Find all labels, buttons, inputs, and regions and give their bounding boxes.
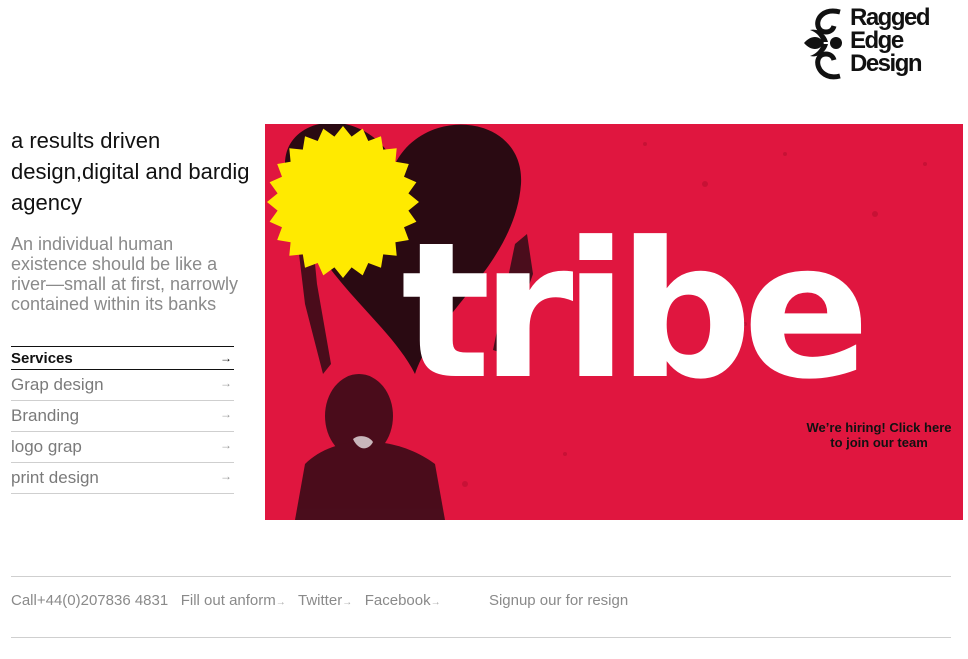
logo-word-edge: Edge [850, 27, 904, 54]
signup-link[interactable]: Signup our for resign [489, 592, 628, 609]
service-label: print design [11, 468, 99, 487]
logo-word-design: Design [850, 50, 923, 77]
arrow-right-icon: → [275, 597, 286, 608]
services-header[interactable]: Services → [11, 346, 234, 370]
hiring-badge-text[interactable]: We’re hiring! Click here to join our tea… [801, 420, 957, 450]
arrow-right-icon: → [220, 469, 232, 483]
service-label: logo grap [11, 437, 82, 456]
service-label: Grap design [11, 375, 104, 394]
footer-divider-top [11, 576, 951, 577]
hero-banner[interactable]: tribe We’re hiring! Click here to join o… [265, 124, 963, 520]
service-item-logo-grap[interactable]: logo grap → [11, 432, 234, 463]
tribe-wordmark: tribe [401, 202, 870, 421]
twitter-link[interactable]: Twitter→ [298, 592, 352, 609]
services-menu: Services → Grap design → Branding → logo… [11, 346, 234, 494]
arrow-right-icon: → [342, 597, 353, 608]
arrow-right-icon: → [220, 376, 232, 390]
footer-links: Call+44(0)207836 4831 Fill out anform→ T… [11, 592, 628, 609]
services-title: Services [11, 349, 73, 367]
hiring-badge-starburst[interactable] [265, 124, 421, 280]
swirl-logo-icon [804, 8, 842, 80]
intro-quote: An individual human existence should be … [11, 234, 239, 314]
footer-divider-bottom [11, 637, 951, 638]
agency-tagline: a results driven design,digital and bard… [11, 128, 250, 215]
arrow-right-icon: → [220, 351, 232, 365]
arrow-right-icon: → [430, 597, 441, 608]
facebook-link[interactable]: Facebook→ [365, 592, 441, 609]
logo-word-ragged: Ragged [850, 4, 931, 31]
company-logo[interactable]: Ragged Edge Design [802, 6, 964, 82]
service-label: Branding [11, 406, 80, 425]
phone-number: Call+44(0)207836 4831 [11, 592, 169, 609]
arrow-right-icon: → [220, 407, 232, 421]
service-item-grap-design[interactable]: Grap design → [11, 370, 234, 401]
service-item-branding[interactable]: Branding → [11, 401, 234, 432]
service-item-print-design[interactable]: print design → [11, 463, 234, 494]
arrow-right-icon: → [220, 438, 232, 452]
fill-out-form-link[interactable]: Fill out anform→ [181, 592, 286, 609]
